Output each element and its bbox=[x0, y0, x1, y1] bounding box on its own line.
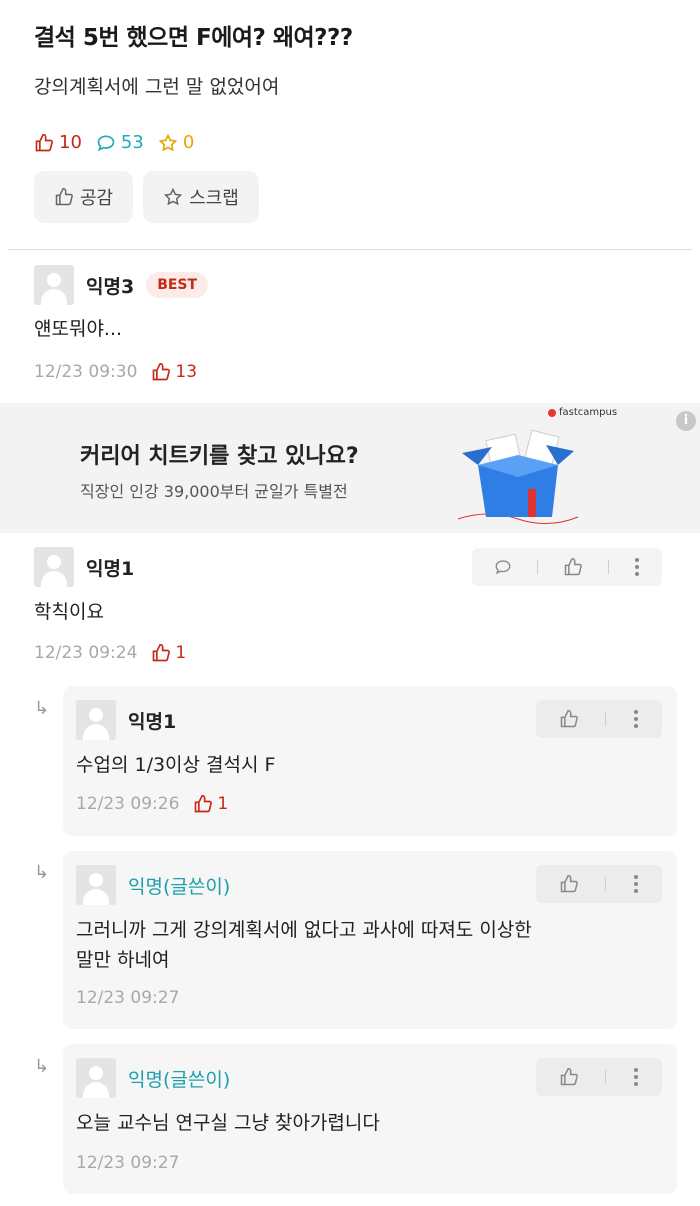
reply-arrow-icon: ↳ bbox=[34, 698, 50, 719]
comment-header: 익명3 BEST bbox=[34, 265, 209, 305]
comment-icon bbox=[97, 134, 115, 151]
avatar bbox=[76, 1058, 116, 1098]
reply-header: 익명(글쓴이) bbox=[76, 1058, 230, 1098]
reply-header: 익명1 bbox=[76, 700, 176, 740]
comment-author: 익명3 bbox=[86, 275, 135, 298]
gift-box-illustration bbox=[457, 429, 579, 524]
ad-banner[interactable]: 커리어 치트키를 찾고 있나요? 직장인 인강 39,000부터 균일가 특별전… bbox=[0, 403, 700, 533]
scrap-button[interactable]: 스크랩 bbox=[143, 171, 259, 223]
divider bbox=[8, 249, 692, 250]
reply: 익명(글쓴이) 그러니까 그게 강의계획서에 없다고 과사에 따져도 이상한 말… bbox=[63, 851, 677, 1029]
comment-likes: 13 bbox=[151, 362, 197, 382]
comment-time: 12/23 09:24 bbox=[34, 643, 138, 663]
star-icon bbox=[158, 133, 178, 151]
comment-meta: 12/23 09:24 1 bbox=[34, 643, 186, 663]
comment-time: 12/23 09:30 bbox=[34, 362, 138, 382]
reply-meta: 12/23 09:26 1 bbox=[76, 794, 228, 814]
post-stats: 10 53 0 bbox=[34, 132, 208, 153]
comment-text: 얜또뭐야... bbox=[34, 318, 123, 340]
reply-time: 12/23 09:27 bbox=[76, 1153, 180, 1173]
reply-likes: 1 bbox=[193, 794, 228, 814]
comment-likes-value: 13 bbox=[175, 362, 198, 382]
reply-tools bbox=[536, 865, 662, 903]
comment: 익명1 bbox=[34, 547, 134, 587]
star-icon bbox=[164, 187, 183, 206]
comment-likes: 1 bbox=[151, 643, 186, 663]
comment-best: 익명3 BEST bbox=[34, 265, 209, 305]
reply-text-line1: 그러니까 그게 강의계획서에 없다고 과사에 따져도 이상한 bbox=[76, 919, 532, 941]
thumbs-up-icon bbox=[153, 643, 171, 662]
reply-arrow-icon: ↳ bbox=[34, 862, 50, 883]
avatar bbox=[34, 547, 74, 587]
reply-time: 12/23 09:26 bbox=[76, 794, 180, 814]
avatar bbox=[76, 865, 116, 905]
like-button-label: 공감 bbox=[80, 188, 114, 209]
reply-author-op: 익명(글쓴이) bbox=[128, 875, 231, 898]
reply-text: 수업의 1/3이상 결석시 F bbox=[76, 754, 276, 776]
reply-author: 익명1 bbox=[128, 710, 177, 733]
reply-tools bbox=[536, 700, 662, 738]
comment-count: 53 bbox=[96, 132, 144, 153]
reply-text-line2: 말만 하네여 bbox=[76, 949, 170, 971]
thumbs-up-icon bbox=[195, 794, 213, 813]
scrap-count: 0 bbox=[158, 132, 194, 153]
post-actions: 공감 스크랩 bbox=[34, 171, 269, 223]
comment-icon[interactable] bbox=[494, 558, 512, 576]
comment-count-value: 53 bbox=[120, 132, 144, 153]
avatar bbox=[76, 700, 116, 740]
reply-header: 익명(글쓴이) bbox=[76, 865, 230, 905]
reply-meta: 12/23 09:27 bbox=[76, 988, 179, 1008]
avatar bbox=[34, 265, 74, 305]
like-button[interactable]: 공감 bbox=[34, 171, 134, 223]
reply-meta: 12/23 09:27 bbox=[76, 1153, 179, 1173]
ad-subtitle: 직장인 인강 39,000부터 균일가 특별전 bbox=[80, 482, 348, 501]
thumbs-up-icon bbox=[55, 187, 73, 206]
reply: 익명1 수업의 1/3이상 결석시 F 12/23 09:26 1 bbox=[63, 686, 677, 836]
thumbs-up-icon[interactable] bbox=[559, 1067, 579, 1087]
more-icon[interactable] bbox=[634, 557, 640, 577]
thumbs-up-icon bbox=[35, 133, 53, 151]
like-count: 10 bbox=[34, 132, 82, 153]
post-title: 결석 5번 했으면 F에여? 왜여??? bbox=[34, 25, 353, 51]
reply-time: 12/23 09:27 bbox=[76, 988, 180, 1008]
post-body: 강의계획서에 그런 말 없었어여 bbox=[34, 76, 280, 98]
reply-text: 오늘 교수님 연구실 그냥 찾아가렵니다 bbox=[76, 1112, 380, 1134]
ad-title: 커리어 치트키를 찾고 있나요? bbox=[80, 444, 359, 469]
reply-likes-value: 1 bbox=[217, 794, 229, 814]
like-count-value: 10 bbox=[59, 132, 82, 153]
reply-author-op: 익명(글쓴이) bbox=[128, 1068, 231, 1091]
more-icon[interactable] bbox=[633, 874, 639, 894]
ad-brand: fastcampus bbox=[548, 407, 617, 418]
reply: 익명(글쓴이) 오늘 교수님 연구실 그냥 찾아가렵니다 12/23 09:27 bbox=[63, 1044, 677, 1194]
scrap-button-label: 스크랩 bbox=[189, 188, 239, 209]
thumbs-up-icon[interactable] bbox=[563, 557, 583, 577]
more-icon[interactable] bbox=[633, 709, 639, 729]
comment-tools bbox=[472, 548, 662, 586]
reply-arrow-icon: ↳ bbox=[34, 1056, 50, 1077]
comment-header: 익명1 bbox=[34, 547, 134, 587]
comment-text: 학칙이요 bbox=[34, 601, 104, 623]
thumbs-up-icon[interactable] bbox=[559, 709, 579, 729]
thumbs-up-icon[interactable] bbox=[559, 874, 579, 894]
more-icon[interactable] bbox=[633, 1067, 639, 1087]
ad-info-icon[interactable]: i bbox=[676, 411, 696, 431]
ad-brand-label: fastcampus bbox=[559, 407, 618, 418]
scrap-count-value: 0 bbox=[182, 132, 195, 153]
comment-meta: 12/23 09:30 13 bbox=[34, 362, 197, 382]
comment-author: 익명1 bbox=[86, 557, 135, 580]
best-badge: BEST bbox=[146, 272, 209, 298]
reply-tools bbox=[536, 1058, 662, 1096]
thumbs-up-icon bbox=[153, 362, 171, 381]
comment-likes-value: 1 bbox=[175, 643, 187, 663]
